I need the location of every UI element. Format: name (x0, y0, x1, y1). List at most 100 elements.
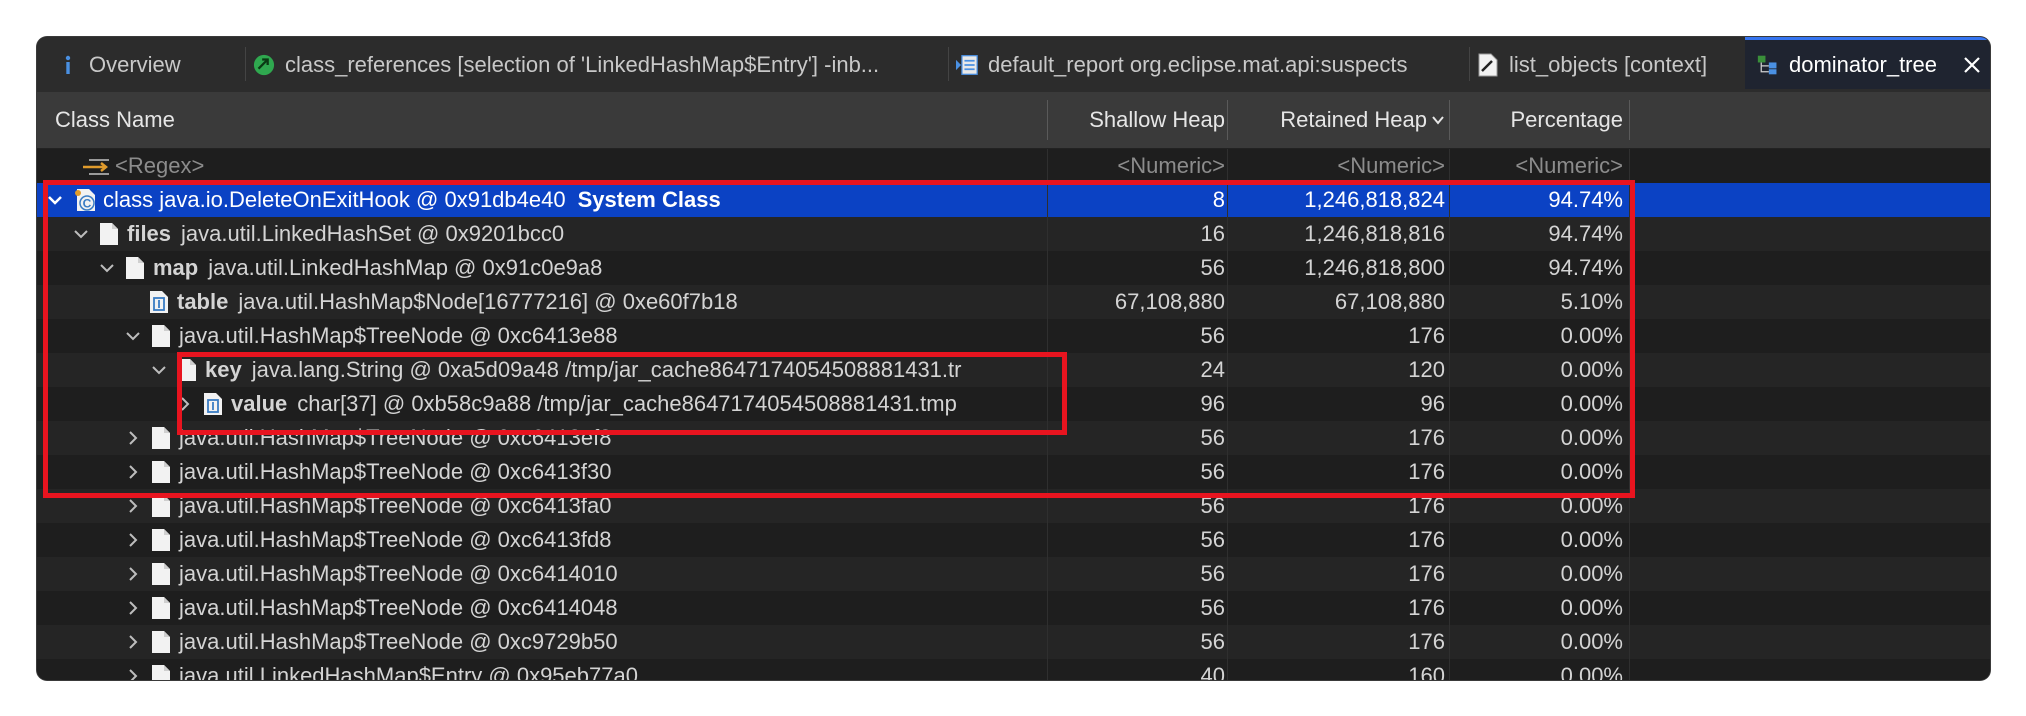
class-name-cell: java.util.HashMap$TreeNode @ 0xc6413e88 (37, 319, 1128, 353)
shallow-heap-cell: 56 (1200, 561, 1225, 586)
chevron-right-icon[interactable] (123, 564, 143, 584)
field-name: map (153, 255, 199, 280)
row-text: class java.io.DeleteOnExitHook @ 0x91db4… (103, 187, 566, 212)
chevron-right-icon[interactable] (123, 666, 143, 680)
table-header: Class Name Shallow Heap Retained Heap Pe… (37, 92, 1990, 149)
table-row[interactable]: java.util.HashMap$TreeNode @ 0xc6413fa0 … (37, 489, 1990, 523)
table-row[interactable]: java.util.HashMap$TreeNode @ 0xc6413fd8 … (37, 523, 1990, 557)
table-row[interactable]: java.util.HashMap$TreeNode @ 0xc6413f30 … (37, 455, 1990, 489)
column-divider[interactable] (1449, 100, 1450, 140)
class-name-cell: java.util.LinkedHashMap$Entry @ 0x95eb77… (37, 659, 1128, 680)
column-label: Shallow Heap (1089, 107, 1225, 132)
chevron-down-icon[interactable] (123, 326, 143, 346)
percentage-cell: 0.00% (1560, 629, 1623, 654)
retained-heap-cell: 1,246,818,800 (1304, 255, 1445, 280)
info-icon (57, 53, 79, 77)
retained-heap-cell: 176 (1408, 323, 1445, 348)
tab-dominator-tree[interactable]: dominator_tree (1745, 37, 1990, 89)
filter-class-name[interactable]: <Regex> (37, 149, 1086, 183)
percentage-cell: 0.00% (1560, 527, 1623, 552)
chevron-down-icon[interactable] (97, 258, 117, 278)
table-row[interactable]: files java.util.LinkedHashSet @ 0x9201bc… (37, 217, 1990, 251)
row-text: java.util.HashMap$TreeNode @ 0xc6413ef8 (179, 425, 612, 450)
filter-retained-heap[interactable]: <Numeric> (1227, 149, 1445, 183)
chevron-right-icon[interactable] (175, 394, 195, 414)
tab-label: class_references [selection of 'LinkedHa… (285, 51, 880, 77)
column-divider[interactable] (1047, 100, 1048, 140)
array-icon (203, 392, 223, 416)
percentage-cell: 0.00% (1560, 493, 1623, 518)
filter-percentage[interactable]: <Numeric> (1449, 149, 1623, 183)
retained-heap-cell: 96 (1420, 391, 1445, 416)
chevron-right-icon[interactable] (123, 496, 143, 516)
table-row[interactable]: java.util.HashMap$TreeNode @ 0xc9729b50 … (37, 625, 1990, 659)
regex-filter-icon (81, 155, 111, 177)
filter-label: <Numeric> (1515, 153, 1623, 178)
close-icon[interactable] (1961, 53, 1983, 77)
retained-heap-cell: 176 (1408, 595, 1445, 620)
percentage-cell: 0.00% (1560, 595, 1623, 620)
filter-label: <Numeric> (1117, 153, 1225, 178)
table-row[interactable]: java.util.HashMap$TreeNode @ 0xc6414010 … (37, 557, 1990, 591)
retained-heap-cell: 176 (1408, 459, 1445, 484)
chevron-right-icon[interactable] (123, 632, 143, 652)
row-text: java.util.LinkedHashMap$Entry @ 0x95eb77… (179, 663, 638, 680)
column-header-retained-heap[interactable]: Retained Heap (1229, 92, 1445, 148)
column-divider[interactable] (1227, 100, 1228, 140)
chevron-right-icon[interactable] (123, 530, 143, 550)
chevron-down-icon[interactable] (71, 224, 91, 244)
shallow-heap-cell: 8 (1212, 187, 1225, 212)
table-row[interactable]: java.util.HashMap$TreeNode @ 0xc6413e88 … (37, 319, 1990, 353)
shallow-heap-cell: 96 (1200, 391, 1225, 416)
class-name-cell: java.util.HashMap$TreeNode @ 0xc6413fa0 (37, 489, 1128, 523)
field-name: table (177, 289, 229, 314)
shallow-heap-cell: 24 (1200, 357, 1225, 382)
table-row[interactable]: map java.util.LinkedHashMap @ 0x91c0e9a8… (37, 251, 1990, 285)
retained-heap-cell: 120 (1408, 357, 1445, 382)
object-icon (151, 664, 171, 680)
column-divider[interactable] (1629, 100, 1630, 140)
column-header-class-name[interactable]: Class Name (55, 92, 1035, 148)
table-row[interactable]: C class java.io.DeleteOnExitHook @ 0x91d… (37, 183, 1990, 217)
row-text: java.util.HashMap$TreeNode @ 0xc6414048 (179, 595, 618, 620)
table-row[interactable]: java.util.LinkedHashMap$Entry @ 0x95eb77… (37, 659, 1990, 680)
chevron-down-icon[interactable] (45, 190, 65, 210)
retained-heap-cell: 176 (1408, 425, 1445, 450)
tab-label: Overview (89, 51, 181, 77)
table-row[interactable]: java.util.HashMap$TreeNode @ 0xc6414048 … (37, 591, 1990, 625)
class-name-cell: java.util.HashMap$TreeNode @ 0xc6413ef8 (37, 421, 1128, 455)
chevron-right-icon[interactable] (123, 428, 143, 448)
app-window: Overview class_references [selection of … (37, 37, 1990, 680)
object-icon (99, 222, 119, 246)
tab-list-objects[interactable]: list_objects [context] (1477, 37, 1742, 92)
object-icon (151, 630, 171, 654)
column-header-percentage[interactable]: Percentage (1451, 92, 1623, 148)
shallow-heap-cell: 56 (1200, 629, 1225, 654)
tab-class-references[interactable]: class_references [selection of 'LinkedHa… (253, 37, 943, 92)
table-row[interactable]: key java.lang.String @ 0xa5d09a48 /tmp/j… (37, 353, 1990, 387)
class-name-cell: map java.util.LinkedHashMap @ 0x91c0e9a8 (37, 251, 1102, 285)
object-icon (151, 426, 171, 450)
chevron-down-icon[interactable] (149, 360, 169, 380)
filter-shallow-heap[interactable]: <Numeric> (1047, 149, 1225, 183)
chevron-right-icon[interactable] (123, 598, 143, 618)
tab-overview[interactable]: Overview (57, 37, 237, 92)
column-header-shallow-heap[interactable]: Shallow Heap (1049, 92, 1225, 148)
column-divider (1449, 149, 1450, 680)
row-text: java.util.LinkedHashMap @ 0x91c0e9a8 (208, 255, 603, 280)
retained-heap-cell: 176 (1408, 493, 1445, 518)
tab-default-report[interactable]: default_report org.eclipse.mat.api:suspe… (956, 37, 1466, 92)
shallow-heap-cell: 16 (1200, 221, 1225, 246)
object-icon (151, 596, 171, 620)
shallow-heap-cell: 56 (1200, 595, 1225, 620)
chevron-right-icon[interactable] (123, 462, 143, 482)
table-row[interactable]: value char[37] @ 0xb58c9a88 /tmp/jar_cac… (37, 387, 1990, 421)
row-text: java.util.HashMap$TreeNode @ 0xc6413fa0 (179, 493, 612, 518)
table-row[interactable]: table java.util.HashMap$Node[16777216] @… (37, 285, 1990, 319)
tab-label: default_report org.eclipse.mat.api:suspe… (988, 51, 1408, 77)
table-row[interactable]: java.util.HashMap$TreeNode @ 0xc6413ef8 … (37, 421, 1990, 455)
filter-label: <Numeric> (1337, 153, 1445, 178)
field-name: value (231, 391, 288, 416)
tab-divider (948, 47, 949, 81)
shallow-heap-cell: 56 (1200, 323, 1225, 348)
